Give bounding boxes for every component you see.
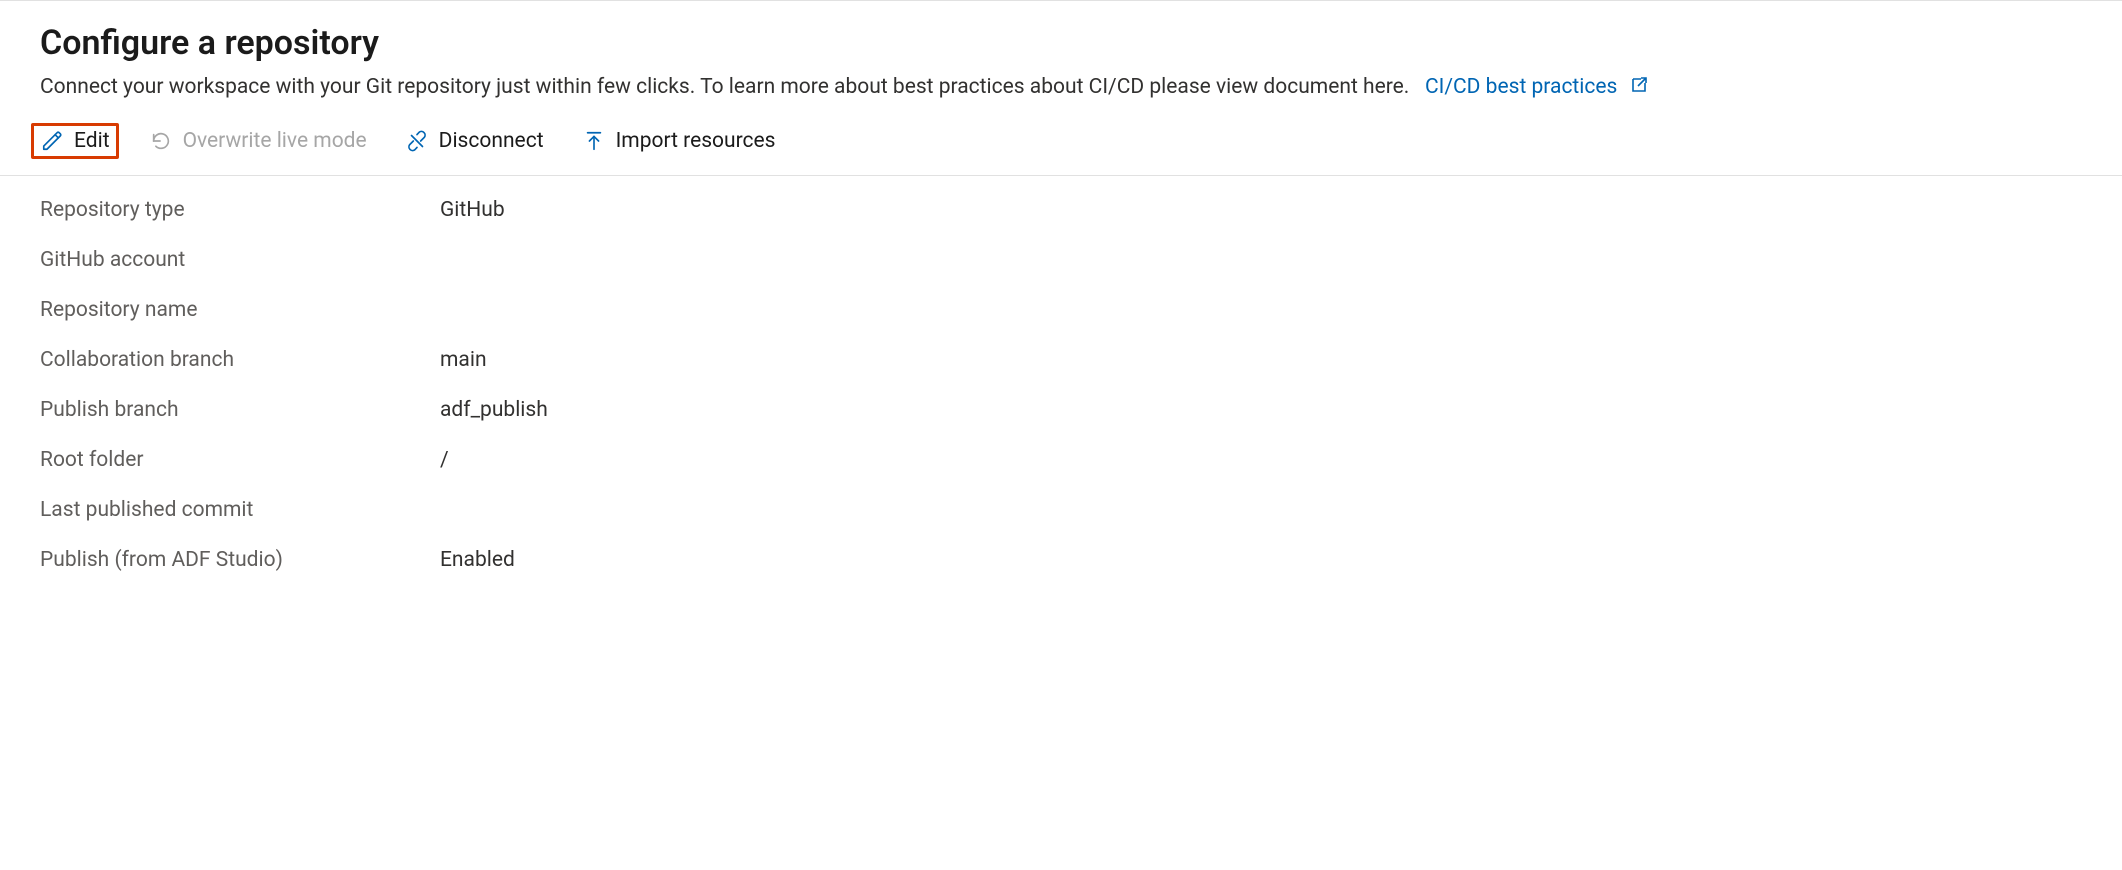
import-resources-button[interactable]: Import resources [574,125,784,157]
import-button-label: Import resources [616,129,776,153]
detail-row-collaboration-branch: Collaboration branch main [40,348,2122,372]
detail-row-github-account: GitHub account [40,248,2122,272]
detail-label: Repository name [40,298,440,322]
edit-button[interactable]: Edit [31,123,119,159]
detail-value: GitHub [440,198,505,222]
detail-label: Publish (from ADF Studio) [40,548,440,572]
refresh-icon [149,129,173,153]
detail-row-repository-type: Repository type GitHub [40,198,2122,222]
configure-repository-page: Configure a repository Connect your work… [0,0,2122,678]
detail-row-last-published-commit: Last published commit [40,498,2122,522]
page-title: Configure a repository [40,23,2122,63]
detail-row-repository-name: Repository name [40,298,2122,322]
detail-row-publish-branch: Publish branch adf_publish [40,398,2122,422]
import-up-arrow-icon [582,129,606,153]
toolbar: Edit Overwrite live mode Disconnect [0,123,2122,176]
disconnect-icon [405,129,429,153]
detail-value: adf_publish [440,398,548,422]
detail-label: Publish branch [40,398,440,422]
detail-label: Root folder [40,448,440,472]
detail-row-root-folder: Root folder / [40,448,2122,472]
disconnect-button-label: Disconnect [439,129,544,153]
overwrite-button-label: Overwrite live mode [183,129,367,153]
detail-value: main [440,348,487,372]
pencil-icon [40,129,64,153]
repository-details: Repository type GitHub GitHub account Re… [40,198,2122,572]
detail-label: GitHub account [40,248,440,272]
disconnect-button[interactable]: Disconnect [397,125,552,157]
detail-label: Last published commit [40,498,440,522]
page-description-text: Connect your workspace with your Git rep… [40,75,1409,99]
detail-row-publish-adf-studio: Publish (from ADF Studio) Enabled [40,548,2122,572]
page-description: Connect your workspace with your Git rep… [40,75,2122,101]
overwrite-live-mode-button[interactable]: Overwrite live mode [141,125,375,157]
cicd-best-practices-link[interactable]: CI/CD best practices [1425,75,1649,99]
detail-label: Collaboration branch [40,348,440,372]
cicd-link-label: CI/CD best practices [1425,75,1617,99]
external-link-icon [1629,75,1649,101]
edit-button-label: Edit [74,129,110,153]
detail-value: / [440,448,449,472]
detail-value: Enabled [440,548,515,572]
detail-label: Repository type [40,198,440,222]
